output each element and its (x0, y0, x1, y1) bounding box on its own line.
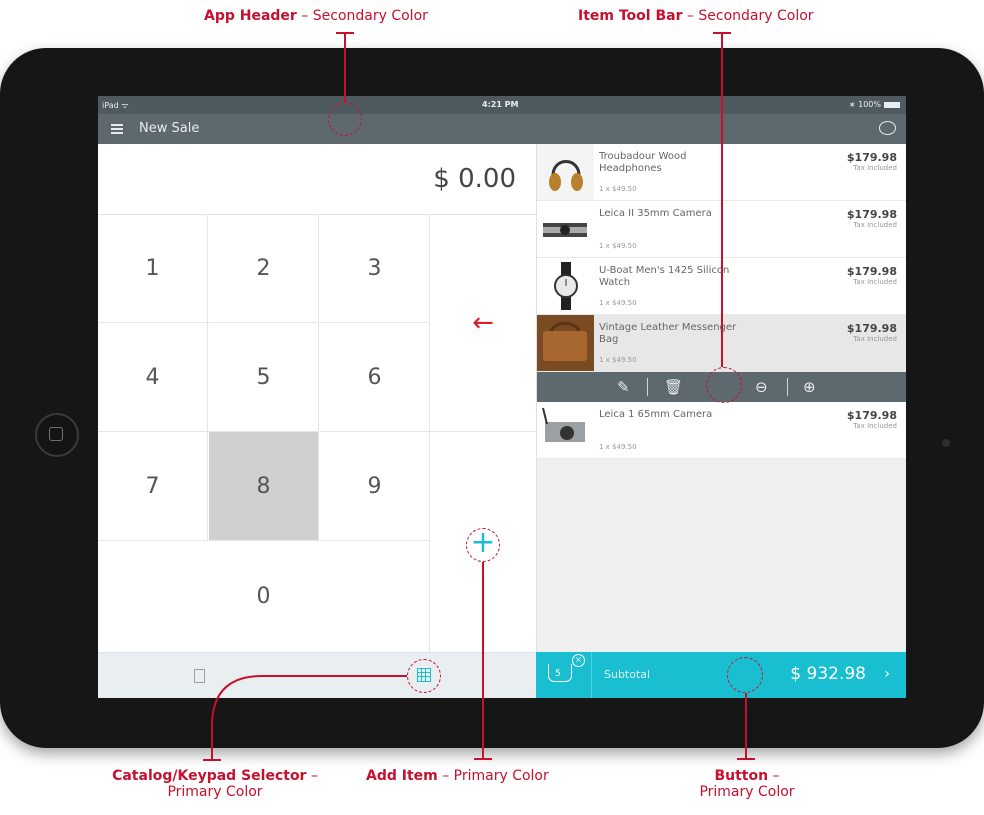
wifi-icon: ᯤ (121, 101, 129, 110)
item-tax: Tax Included (853, 164, 897, 172)
callout-app-header: App Header – Secondary Color (204, 8, 428, 24)
callout-button-desc2: Primary Color (699, 784, 795, 800)
annotation-ring (466, 528, 500, 562)
item-name: Troubadour Wood Headphones (599, 151, 687, 174)
camera-thumb (537, 201, 594, 257)
key-8[interactable]: 8 (209, 432, 319, 541)
annotation-line (482, 562, 484, 760)
annotation-line (344, 32, 346, 102)
minus-circle-icon[interactable]: ⊖ (755, 378, 768, 396)
callout-item-toolbar: Item Tool Bar – Secondary Color (578, 8, 814, 24)
leather-bag-thumb (537, 315, 594, 371)
status-bar: iPad ᯤ 4:21 PM ∗ 100% (98, 96, 906, 114)
key-2[interactable]: 2 (209, 214, 319, 323)
battery-icon (884, 101, 900, 108)
catalog-list-icon[interactable] (194, 669, 205, 683)
item-qty: 1 x $49.50 (599, 299, 637, 307)
key-4[interactable]: 4 (98, 323, 208, 432)
catalog-keypad-selector (98, 652, 536, 698)
callout-item-toolbar-title: Item Tool Bar (578, 8, 683, 24)
keypad-panel: $ 0.00 1 2 3 4 5 6 7 8 9 0 ← + (98, 144, 536, 652)
callout-catalog-selector: Catalog/Keypad Selector – Primary Color (88, 768, 342, 800)
watch-thumb (537, 258, 594, 314)
item-name: U-Boat Men's 1425 Silicon Watch (599, 265, 730, 288)
menu-icon[interactable] (111, 124, 123, 134)
annotation-cap (737, 758, 755, 760)
item-name: Vintage Leather Messenger Bag (599, 322, 737, 345)
annotation-cap (474, 758, 492, 760)
item-name: Leica 1 65mm Camera (599, 409, 713, 420)
amount-display: $ 0.00 (98, 144, 536, 215)
item-price: $179.98 (846, 265, 897, 278)
item-tax: Tax Included (853, 422, 897, 430)
cart-button[interactable]: 5 × (536, 652, 592, 698)
annotation-line (721, 32, 723, 367)
amount-value: $ 0.00 (433, 164, 516, 194)
callout-button-desc1: – (768, 768, 780, 784)
toolbar-divider (787, 378, 788, 396)
plus-circle-icon[interactable]: ⊕ (803, 378, 816, 396)
chat-bubble-icon[interactable] (879, 121, 896, 135)
status-time: 4:21 PM (482, 100, 519, 109)
total-amount[interactable]: $ 932.98 (790, 664, 866, 684)
key-9[interactable]: 9 (320, 432, 430, 541)
callout-add-item: Add Item – Primary Color (366, 768, 549, 784)
callout-catalog-selector-desc1: – (306, 768, 318, 784)
key-6[interactable]: 6 (320, 323, 430, 432)
callout-add-item-title: Add Item (366, 768, 438, 784)
item-name: Leica II 35mm Camera (599, 208, 712, 219)
key-3[interactable]: 3 (320, 214, 430, 323)
chevron-right-icon[interactable]: › (884, 666, 890, 682)
headphones-thumb (537, 144, 594, 200)
subtotal-label: Subtotal (604, 668, 651, 681)
item-price: $179.98 (846, 151, 897, 164)
annotation-ring (706, 367, 742, 403)
callout-catalog-selector-desc2: Primary Color (167, 784, 263, 800)
item-tax: Tax Included (853, 278, 897, 286)
home-button-icon (49, 427, 63, 441)
item-qty: 1 x $49.50 (599, 356, 637, 364)
annotation-ring (328, 102, 362, 136)
item-qty: 1 x $49.50 (599, 443, 637, 451)
key-1[interactable]: 1 (98, 214, 208, 323)
vintage-camera-thumb (537, 402, 594, 458)
item-tax: Tax Included (853, 221, 897, 229)
status-battery: ∗ 100% (849, 100, 900, 109)
callout-add-item-desc: – Primary Color (437, 768, 549, 784)
home-button[interactable] (35, 413, 79, 457)
toolbar-divider (647, 378, 648, 396)
callout-app-header-desc: – Secondary Color (296, 8, 428, 24)
annotation-ring (727, 657, 763, 693)
camera-icon (942, 439, 950, 447)
clear-cart-icon[interactable]: × (572, 654, 585, 667)
backspace-button[interactable]: ← (430, 214, 536, 432)
item-tax: Tax Included (853, 335, 897, 343)
key-0[interactable]: 0 (98, 541, 430, 652)
callout-catalog-selector-title: Catalog/Keypad Selector (112, 768, 307, 784)
checkout-bar: 5 × Subtotal $ 932.98 › (536, 652, 906, 698)
app-screen: iPad ᯤ 4:21 PM ∗ 100% New Sale $ 0.00 1 … (98, 96, 906, 698)
cart-count: 5 (555, 669, 561, 679)
callout-item-toolbar-desc: – Secondary Color (682, 8, 814, 24)
item-price: $179.98 (846, 208, 897, 221)
callout-button: Button – Primary Color (672, 768, 822, 800)
item-price: $179.98 (846, 409, 897, 422)
annotation-line (745, 693, 747, 760)
item-qty: 1 x $49.50 (599, 185, 637, 193)
status-device: iPad ᯤ (102, 101, 129, 110)
cart-item[interactable]: Leica 1 65mm Camera 1 x $49.50 $179.98 T… (537, 402, 906, 459)
annotation-ring (407, 659, 441, 693)
item-qty: 1 x $49.50 (599, 242, 637, 250)
callout-button-title: Button (714, 768, 769, 784)
edit-icon[interactable]: ✎ (617, 378, 630, 396)
page-title: New Sale (139, 121, 200, 136)
app-header: New Sale (98, 114, 906, 144)
key-7[interactable]: 7 (98, 432, 208, 541)
bluetooth-icon: ∗ (848, 100, 856, 109)
callout-app-header-title: App Header (204, 8, 297, 24)
key-5[interactable]: 5 (209, 323, 319, 432)
trash-icon[interactable]: 🗑 (664, 378, 683, 396)
item-price: $179.98 (846, 322, 897, 335)
